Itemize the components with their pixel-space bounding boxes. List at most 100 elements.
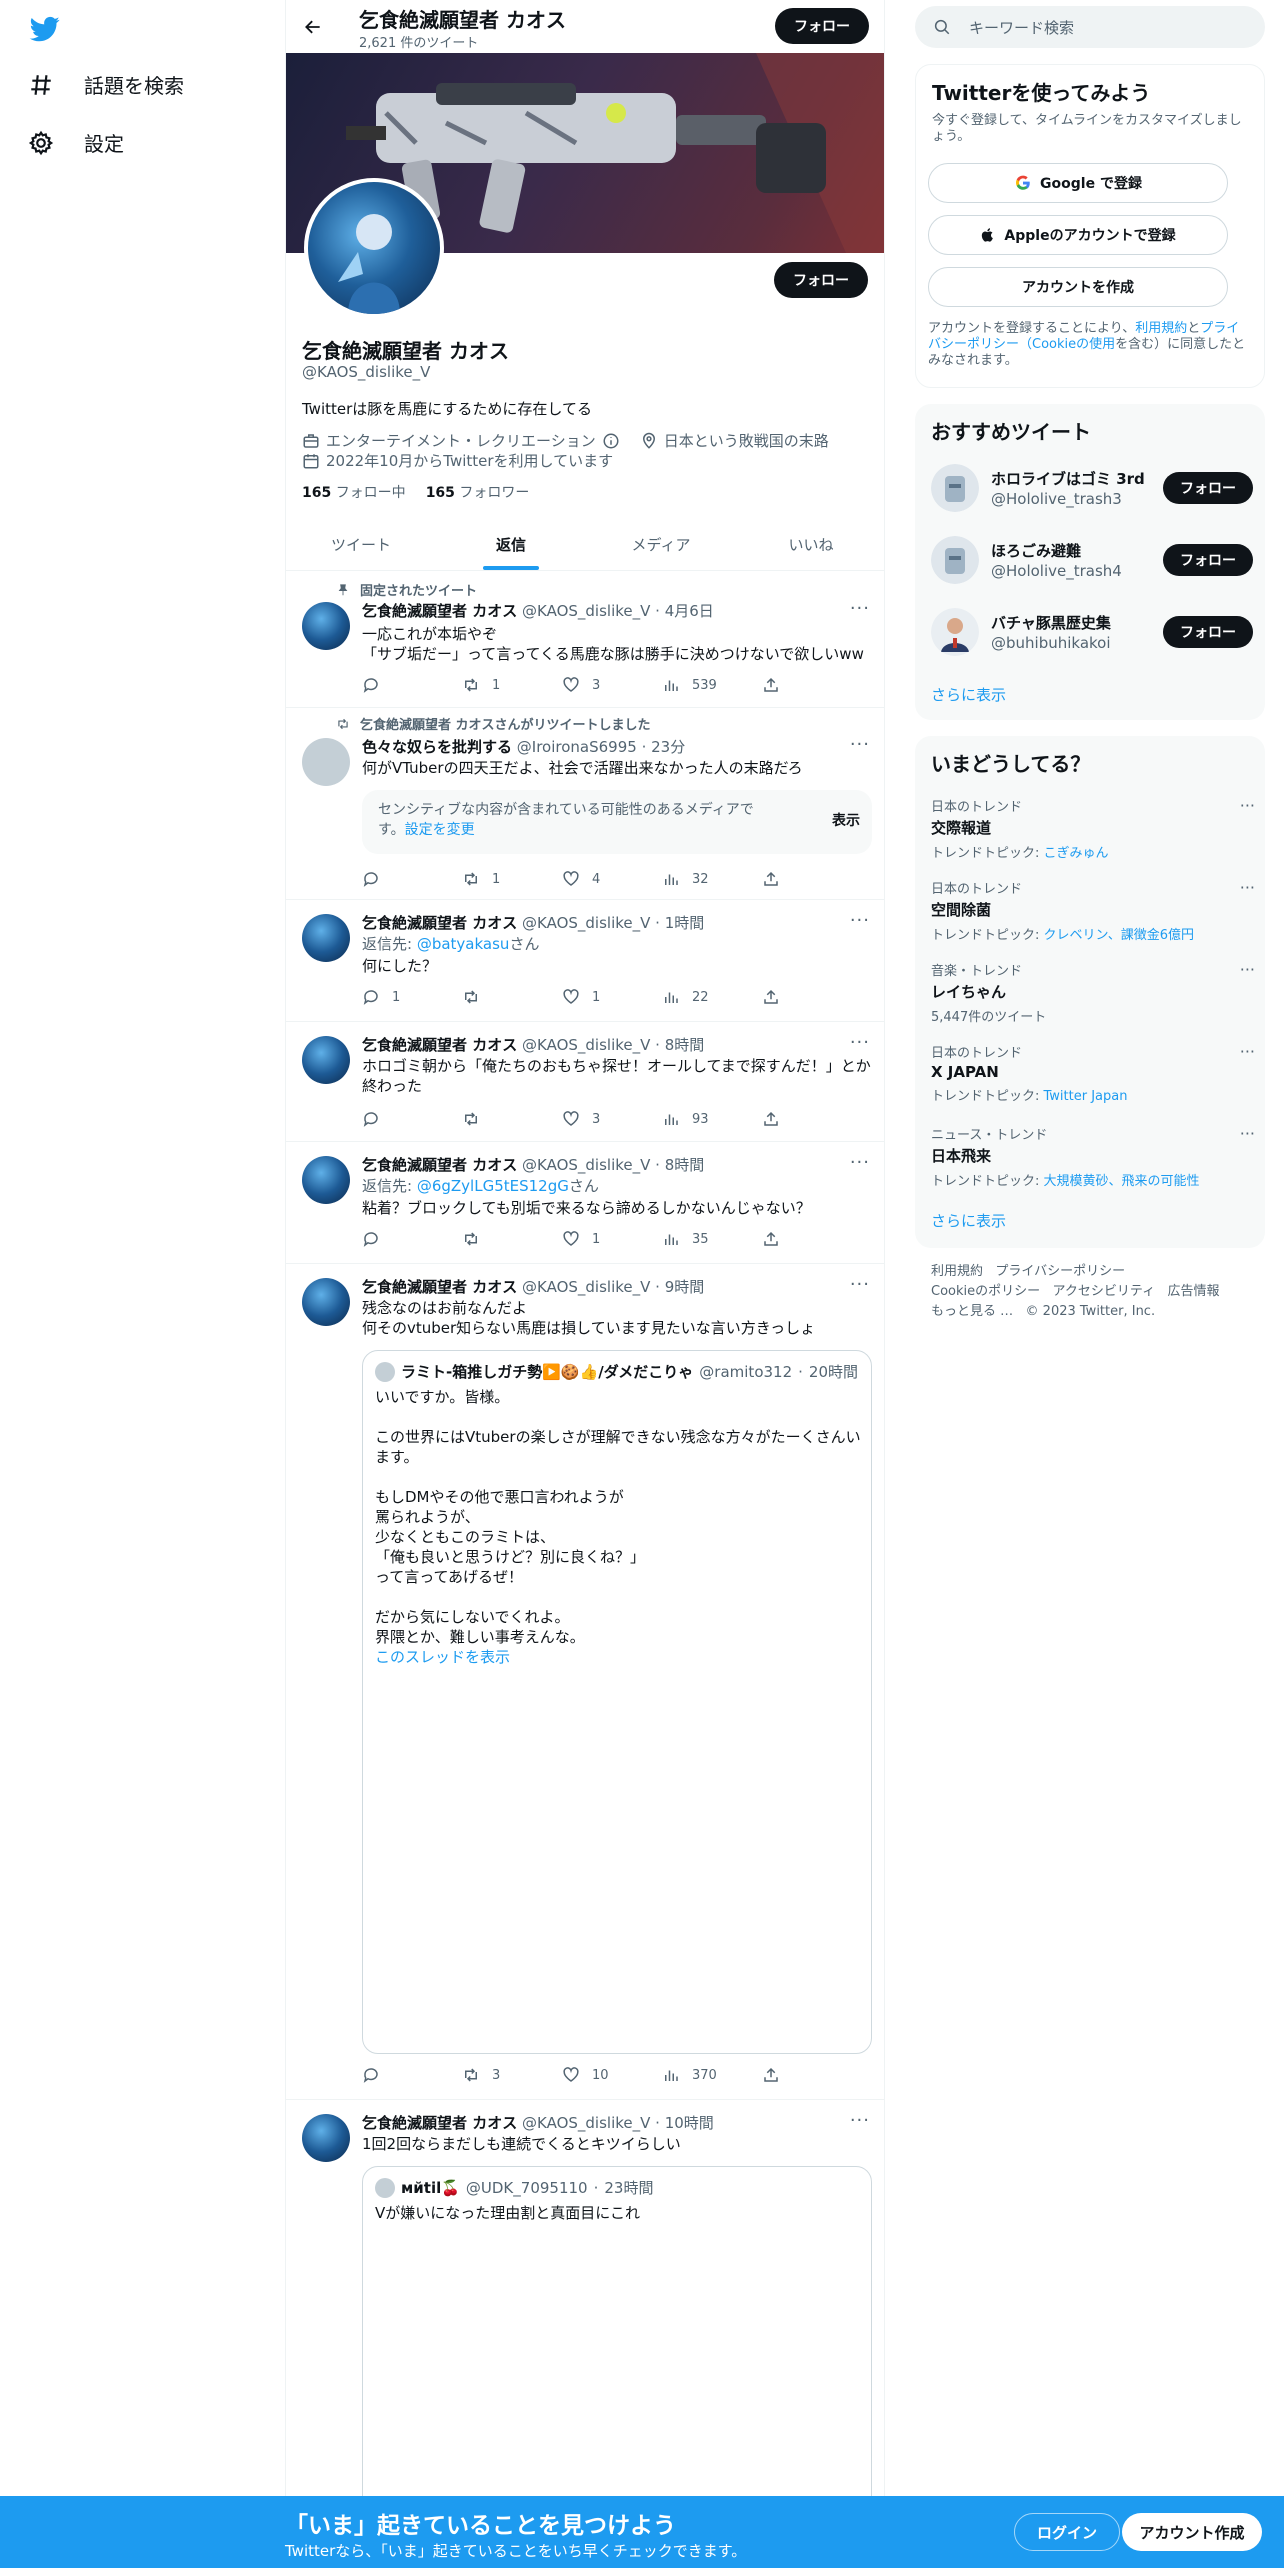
more-options-icon[interactable]: ··· xyxy=(850,1152,870,1173)
views-button[interactable]: 35 xyxy=(662,1230,752,1248)
retweet-button[interactable]: 3 xyxy=(462,2066,552,2084)
more-options-icon[interactable]: ··· xyxy=(850,1274,870,1295)
reply-button[interactable] xyxy=(362,1110,452,1128)
tweet-avatar[interactable] xyxy=(302,1156,350,1204)
reply-button[interactable] xyxy=(362,1230,452,1248)
quoted-tweet[interactable]: ラミト-箱推しガチ勢▶️🍪👍/ダメだこりゃ @ramito312 · 20時間 いい… xyxy=(362,1350,872,2054)
following-link[interactable]: 165 フォロー中 xyxy=(302,482,406,502)
trend-item[interactable]: ニュース・トレンド 日本飛来 トレンドトピック: 大規模黄砂、飛来の可能性 ··… xyxy=(931,1124,1255,1189)
reply-button[interactable] xyxy=(362,2066,452,2084)
trend-item[interactable]: 日本のトレンド X JAPAN トレンドトピック: Twitter Japan … xyxy=(931,1042,1255,1104)
views-button[interactable]: 93 xyxy=(662,1110,752,1128)
retweet-button[interactable]: 1 xyxy=(462,676,552,694)
follow-suggestion[interactable]: バチャ豚黒歴史集 @buhibuhikakoi フォロー xyxy=(931,606,1253,662)
like-button[interactable]: 3 xyxy=(562,1110,652,1128)
trend-more-icon[interactable]: ··· xyxy=(1240,960,1255,979)
trend-item[interactable]: 音楽・トレンド レイちゃん 5,447件のツイート ··· xyxy=(931,960,1255,1025)
google-signup-button[interactable]: Google で登録 xyxy=(928,163,1228,203)
tweet-avatar[interactable] xyxy=(302,914,350,962)
views-button[interactable]: 539 xyxy=(662,676,752,694)
show-thread-link[interactable]: このスレッドを表示 xyxy=(375,1647,865,1667)
tab-tweets[interactable]: ツイート xyxy=(286,518,436,570)
trend-more-icon[interactable]: ··· xyxy=(1240,878,1255,897)
change-settings-link[interactable]: 設定を変更 xyxy=(405,822,475,838)
retweet-button[interactable] xyxy=(462,1230,552,1248)
tab-likes[interactable]: いいね xyxy=(736,518,884,570)
nav-settings[interactable]: 設定 xyxy=(28,128,124,157)
tweet-item[interactable]: 乞食絶滅願望者 カオスさんがリツイートしました 色々な奴らを批判する @Iroi… xyxy=(286,708,884,900)
footer-accessibility-link[interactable]: アクセシビリティ xyxy=(1053,1284,1156,1299)
footer-privacy-link[interactable]: プライバシーポリシー xyxy=(995,1264,1125,1279)
more-options-icon[interactable]: ··· xyxy=(850,910,870,931)
like-button[interactable]: 3 xyxy=(562,676,652,694)
retweet-button[interactable] xyxy=(462,988,552,1006)
share-button[interactable] xyxy=(762,870,782,888)
more-options-icon[interactable]: ··· xyxy=(850,2110,870,2131)
suggestion-follow-button[interactable]: フォロー xyxy=(1163,472,1253,504)
back-button[interactable] xyxy=(298,12,328,42)
footer-more-link[interactable]: もっと見る … xyxy=(931,1304,1013,1319)
tweet-item[interactable]: 固定されたツイート 乞食絶滅願望者 カオス @KAOS_dislike_V · … xyxy=(286,572,884,708)
footer-terms-link[interactable]: 利用規約 xyxy=(931,1264,983,1279)
tweet-avatar[interactable] xyxy=(302,738,350,786)
info-icon[interactable] xyxy=(602,432,620,450)
show-sensitive-button[interactable]: 表示 xyxy=(832,810,860,830)
retweet-button[interactable]: 1 xyxy=(462,870,552,888)
reply-button[interactable]: 1 xyxy=(362,988,452,1006)
login-button[interactable]: ログイン xyxy=(1014,2513,1120,2551)
trends-show-more[interactable]: さらに表示 xyxy=(931,1210,1006,1231)
trend-item[interactable]: 日本のトレンド 空間除菌 トレンドトピック: クレベリン、課徴金6億円 ··· xyxy=(931,878,1255,943)
like-button[interactable]: 10 xyxy=(562,2066,652,2084)
profile-avatar[interactable] xyxy=(304,178,444,318)
share-button[interactable] xyxy=(762,2066,782,2084)
tweet-item[interactable]: 乞食絶滅願望者 カオス @KAOS_dislike_V · 9時間 ··· 残念… xyxy=(286,1264,884,2100)
create-account-button[interactable]: アカウントを作成 xyxy=(928,267,1228,307)
reply-to-link[interactable]: @6gZylLG5tES12gG xyxy=(417,1177,569,1195)
share-button[interactable] xyxy=(762,1230,782,1248)
trend-more-icon[interactable]: ··· xyxy=(1240,796,1255,815)
search-box[interactable]: キーワード検索 xyxy=(915,6,1265,48)
like-button[interactable]: 1 xyxy=(562,988,652,1006)
more-options-icon[interactable]: ··· xyxy=(850,1032,870,1053)
tweet-avatar[interactable] xyxy=(302,2114,350,2162)
trend-item[interactable]: 日本のトレンド 交際報道 トレンドトピック: こぎみゅん ··· xyxy=(931,796,1255,861)
tweet-avatar[interactable] xyxy=(302,1278,350,1326)
like-button[interactable]: 1 xyxy=(562,1230,652,1248)
more-options-icon[interactable]: ··· xyxy=(850,598,870,619)
profile-follow-button[interactable]: フォロー xyxy=(774,262,868,298)
reply-button[interactable] xyxy=(362,676,452,694)
views-button[interactable]: 370 xyxy=(662,2066,752,2084)
views-button[interactable]: 22 xyxy=(662,988,752,1006)
followers-link[interactable]: 165 フォロワー xyxy=(426,482,530,502)
suggestion-follow-button[interactable]: フォロー xyxy=(1163,616,1253,648)
tweet-avatar[interactable] xyxy=(302,602,350,650)
tweet-item[interactable]: 乞食絶滅願望者 カオス @KAOS_dislike_V · 8時間 ··· ホロ… xyxy=(286,1022,884,1142)
more-options-icon[interactable]: ··· xyxy=(850,734,870,755)
tweet-avatar[interactable] xyxy=(302,1036,350,1084)
tweet-item[interactable]: 乞食絶滅願望者 カオス @KAOS_dislike_V · 8時間 ··· 返信… xyxy=(286,1142,884,1264)
footer-cookie-link[interactable]: Cookieのポリシー xyxy=(931,1284,1040,1299)
reply-to-link[interactable]: @batyakasu xyxy=(417,935,510,953)
footer-ads-link[interactable]: 広告情報 xyxy=(1168,1284,1220,1299)
apple-signup-button[interactable]: Appleのアカウントで登録 xyxy=(928,215,1228,255)
like-button[interactable]: 4 xyxy=(562,870,652,888)
terms-link[interactable]: 利用規約 xyxy=(1135,321,1187,336)
suggestion-follow-button[interactable]: フォロー xyxy=(1163,544,1253,576)
retweet-button[interactable] xyxy=(462,1110,552,1128)
share-button[interactable] xyxy=(762,988,782,1006)
follow-suggestion[interactable]: ほろごみ避難 @Hololive_trash4 フォロー xyxy=(931,534,1253,590)
reply-button[interactable] xyxy=(362,870,452,888)
tweet-item[interactable]: 乞食絶滅願望者 カオス @KAOS_dislike_V · 1時間 ··· 返信… xyxy=(286,900,884,1022)
views-button[interactable]: 32 xyxy=(662,870,752,888)
tab-replies[interactable]: 返信 xyxy=(436,518,586,570)
follow-suggestion[interactable]: ホロライブはゴミ 3rd @Hololive_trash3 フォロー xyxy=(931,462,1253,518)
twitter-logo-icon[interactable] xyxy=(28,14,62,44)
trend-more-icon[interactable]: ··· xyxy=(1240,1042,1255,1061)
who-to-follow-show-more[interactable]: さらに表示 xyxy=(931,684,1006,705)
nav-explore[interactable]: 話題を検索 xyxy=(28,70,184,99)
share-button[interactable] xyxy=(762,1110,782,1128)
share-button[interactable] xyxy=(762,676,782,694)
topbar-follow-button[interactable]: フォロー xyxy=(775,8,869,44)
tab-media[interactable]: メディア xyxy=(586,518,736,570)
trend-more-icon[interactable]: ··· xyxy=(1240,1124,1255,1143)
